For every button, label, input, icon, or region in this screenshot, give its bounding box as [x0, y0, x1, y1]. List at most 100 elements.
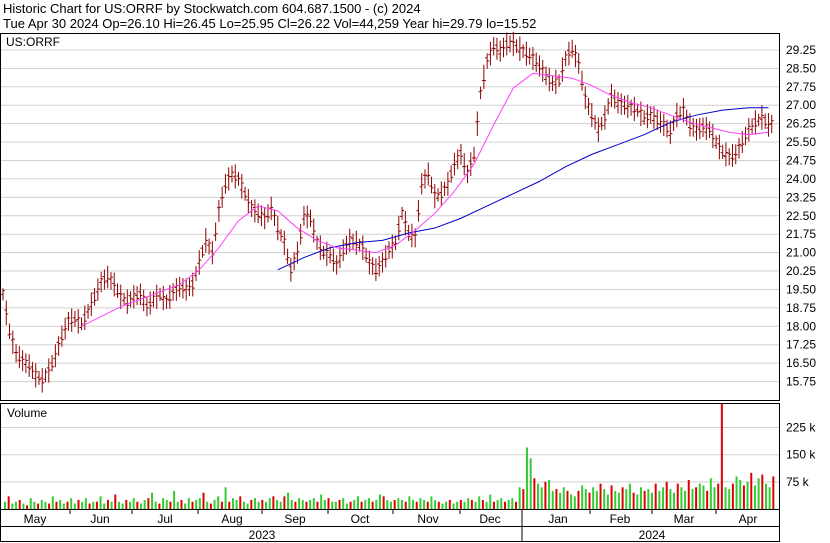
volume-grid — [1, 427, 779, 483]
volume-bar — [18, 499, 21, 509]
volume-bar — [731, 483, 734, 509]
volume-bar — [195, 499, 198, 509]
volume-bar — [294, 501, 297, 509]
month-axis-frame — [0, 509, 780, 527]
volume-bar — [485, 501, 488, 509]
volume-bar — [62, 503, 65, 509]
month-label: Apr — [739, 512, 758, 526]
volume-bar — [684, 490, 687, 509]
volume-bar — [169, 501, 172, 509]
volume-bar — [452, 503, 455, 509]
volume-bar — [165, 499, 168, 509]
volume-bar — [239, 496, 242, 509]
volume-bar — [651, 492, 654, 509]
volume-bar — [761, 474, 764, 509]
volume-bar — [419, 498, 422, 509]
volume-bar — [474, 501, 477, 509]
volume-bar — [334, 501, 337, 509]
volume-bar — [746, 481, 749, 509]
price-tick-label: 24.75 — [786, 154, 816, 168]
volume-bar — [287, 492, 290, 509]
volume-bar — [33, 501, 36, 509]
price-tick-label: 24.00 — [786, 172, 816, 186]
volume-bar — [103, 503, 106, 509]
volume-bar — [257, 501, 260, 509]
volume-bar — [136, 501, 139, 509]
volume-bar — [220, 501, 223, 509]
volume-bar — [588, 492, 591, 509]
volume-bar — [728, 489, 731, 509]
price-tick-label: 28.50 — [786, 61, 816, 75]
volume-bar — [250, 499, 253, 509]
price-panel-frame — [0, 33, 780, 401]
year-label: 2023 — [249, 528, 276, 542]
volume-bar — [573, 496, 576, 509]
volume-bar — [206, 501, 209, 509]
volume-bar — [459, 499, 462, 509]
volume-bar — [720, 404, 723, 509]
volume-bar — [702, 485, 705, 509]
volume-bars — [4, 404, 775, 509]
volume-bar — [603, 489, 606, 509]
volume-bar — [261, 499, 264, 509]
volume-bar — [606, 494, 609, 509]
volume-bar — [84, 498, 87, 509]
volume-bar — [757, 478, 760, 509]
volume-bar — [290, 499, 293, 509]
volume-bar — [162, 498, 165, 509]
volume-bar — [356, 496, 359, 509]
volume-bar — [298, 498, 301, 509]
volume-bar — [173, 490, 176, 509]
volume-tick-label: 75 k — [786, 475, 810, 489]
volume-bar — [70, 498, 73, 509]
volume-bar — [713, 487, 716, 509]
volume-bar — [349, 501, 352, 509]
volume-bar — [426, 501, 429, 509]
volume-bar — [533, 478, 536, 509]
volume-bar — [331, 501, 334, 509]
volume-bar — [724, 487, 727, 509]
volume-bar — [448, 499, 451, 509]
volume-bar — [636, 494, 639, 509]
price-tick-label: 18.00 — [786, 319, 816, 333]
month-label: May — [24, 512, 47, 526]
volume-bar — [621, 487, 624, 509]
volume-bar — [662, 487, 665, 509]
price-bars — [1, 31, 774, 393]
volume-bar — [327, 498, 330, 509]
volume-bar — [404, 501, 407, 509]
volume-bar — [680, 487, 683, 509]
volume-bar — [213, 499, 216, 509]
volume-bar — [371, 501, 374, 509]
volume-bar — [577, 490, 580, 509]
volume-bar — [224, 487, 227, 509]
volume-bar — [283, 496, 286, 509]
volume-bar — [470, 499, 473, 509]
month-label: Jan — [548, 512, 567, 526]
price-tick-label: 29.25 — [786, 43, 816, 57]
volume-bar — [55, 501, 58, 509]
volume-bar — [617, 492, 620, 509]
volume-bar — [66, 501, 69, 509]
volume-bar — [154, 501, 157, 509]
volume-bar — [434, 499, 437, 509]
volume-bar — [592, 487, 595, 509]
volume-bar — [750, 472, 753, 509]
volume-bar — [143, 499, 146, 509]
volume-bar — [323, 499, 326, 509]
price-grid — [1, 49, 779, 383]
volume-bar — [22, 503, 25, 509]
volume-bar — [265, 501, 268, 509]
volume-bar — [386, 499, 389, 509]
price-tick-label: 25.50 — [786, 135, 816, 149]
price-tick-label: 21.00 — [786, 246, 816, 260]
volume-bar — [507, 499, 510, 509]
volume-bar — [772, 476, 775, 509]
volume-bar — [717, 483, 720, 509]
volume-bar — [88, 503, 91, 509]
volume-bar — [695, 487, 698, 509]
symbol-label: US:ORRF — [6, 35, 60, 49]
price-tick-label: 27.75 — [786, 80, 816, 94]
volume-bar — [673, 492, 676, 509]
volume-bar — [128, 501, 131, 509]
